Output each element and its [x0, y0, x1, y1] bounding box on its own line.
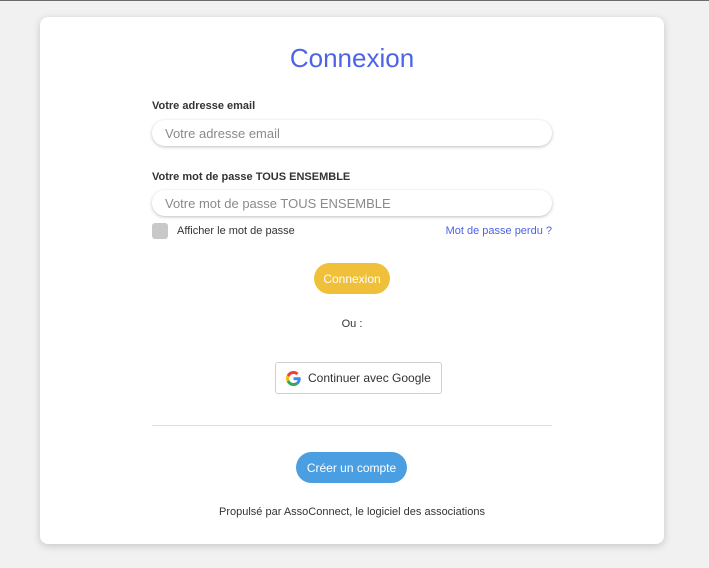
- login-button[interactable]: Connexion: [314, 263, 390, 294]
- login-card: Connexion Votre adresse email Votre mot …: [40, 17, 664, 544]
- page-title: Connexion: [289, 43, 415, 73]
- email-label: Votre adresse email: [152, 100, 256, 112]
- google-button-label: Continuer avec Google: [308, 371, 431, 385]
- create-account-button[interactable]: Créer un compte: [296, 452, 407, 483]
- forgot-password-link[interactable]: Mot de passe perdu ?: [446, 225, 552, 237]
- footer-text: Propulsé par AssoConnect, le logiciel de…: [219, 506, 485, 518]
- password-field[interactable]: [152, 190, 552, 216]
- google-signin-button[interactable]: Continuer avec Google: [275, 362, 442, 394]
- google-icon: [286, 370, 301, 386]
- email-field[interactable]: [152, 120, 552, 146]
- or-separator: Ou :: [341, 318, 363, 330]
- show-password-checkbox[interactable]: [152, 223, 168, 239]
- password-label: Votre mot de passe TOUS ENSEMBLE: [152, 171, 351, 183]
- divider: [152, 425, 552, 426]
- top-border: [0, 0, 709, 1]
- show-password-label[interactable]: Afficher le mot de passe: [177, 225, 295, 237]
